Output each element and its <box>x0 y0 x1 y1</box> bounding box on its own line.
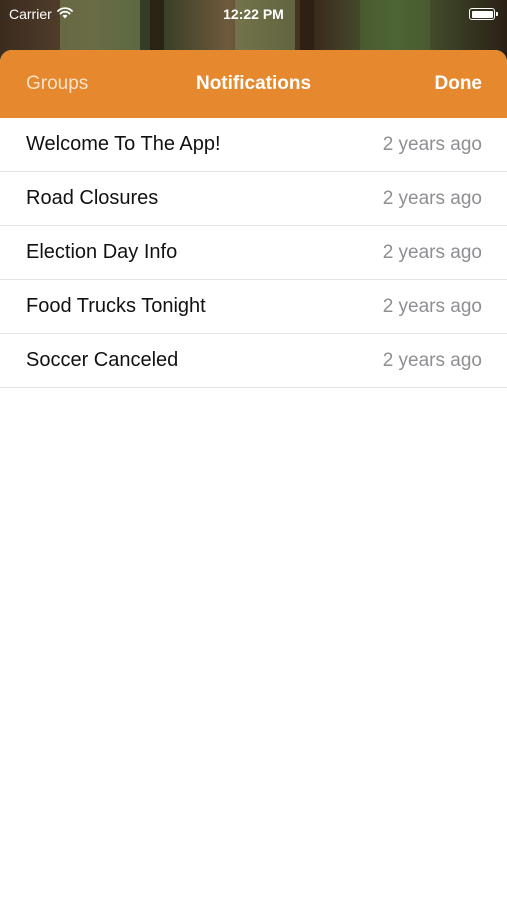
notification-time: 2 years ago <box>382 241 482 263</box>
wifi-icon <box>56 6 73 22</box>
notification-time: 2 years ago <box>382 187 482 209</box>
groups-button[interactable]: Groups <box>26 73 88 95</box>
notification-title: Election Day Info <box>26 241 178 263</box>
battery-fill <box>471 10 493 18</box>
list-item[interactable]: Election Day Info 2 years ago <box>0 226 507 280</box>
notification-time: 2 years ago <box>382 349 482 371</box>
notification-title: Soccer Canceled <box>26 349 179 371</box>
notifications-list: Welcome To The App! 2 years ago Road Clo… <box>0 118 507 388</box>
notification-title: Food Trucks Tonight <box>26 295 206 317</box>
list-item[interactable]: Welcome To The App! 2 years ago <box>0 118 507 172</box>
carrier-label: Carrier <box>9 6 52 22</box>
battery-icon <box>469 8 498 20</box>
notification-time: 2 years ago <box>382 133 482 155</box>
navigation-bar: Groups Notifications Done <box>0 50 507 118</box>
notification-title: Welcome To The App! <box>26 133 221 155</box>
notification-time: 2 years ago <box>382 295 482 317</box>
status-bar: Carrier 12:22 PM <box>0 0 507 28</box>
list-item[interactable]: Food Trucks Tonight 2 years ago <box>0 280 507 334</box>
list-item[interactable]: Soccer Canceled 2 years ago <box>0 334 507 388</box>
status-time: 12:22 PM <box>223 6 284 22</box>
status-left: Carrier <box>9 6 73 22</box>
notifications-sheet: Groups Notifications Done Welcome To The… <box>0 50 507 900</box>
done-button[interactable]: Done <box>435 73 483 95</box>
app-screen: Carrier 12:22 PM Groups Notifications Do… <box>0 0 507 900</box>
notification-title: Road Closures <box>26 187 159 209</box>
list-item[interactable]: Road Closures 2 years ago <box>0 172 507 226</box>
